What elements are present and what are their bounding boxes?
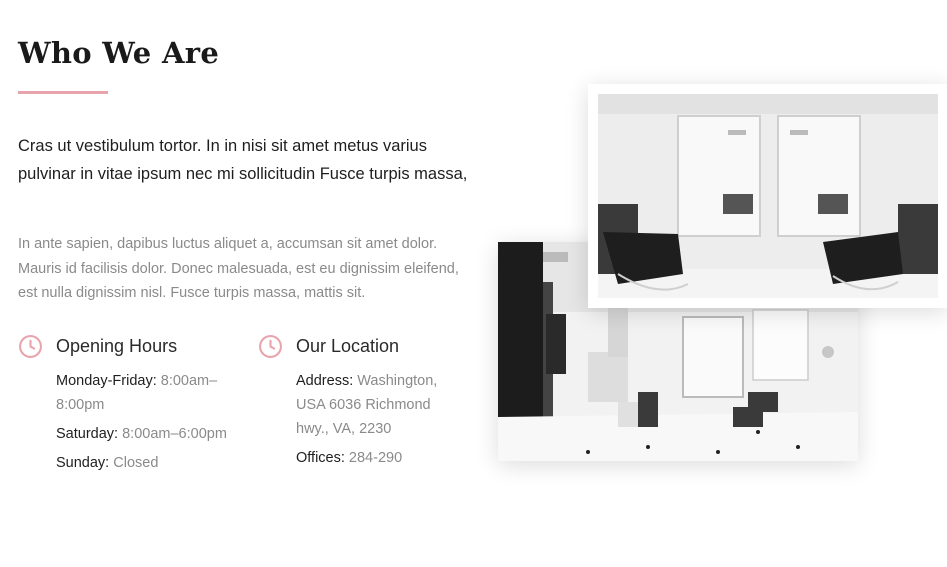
location-item-value: 284-290 — [348, 450, 403, 466]
location-item-key: Address: — [296, 373, 354, 389]
opening-hours-list: Monday-Friday: 8:00am–8:00pm Saturday: 8… — [56, 369, 238, 475]
location-title: Our Location — [296, 335, 400, 356]
hours-item-key: Saturday: — [56, 426, 119, 442]
clock-icon — [19, 334, 42, 358]
opening-hours-header: Opening Hours — [18, 333, 238, 359]
location-item-offices: Offices: 284-290 — [296, 446, 458, 470]
location-header: Our Location — [258, 333, 458, 359]
hours-item-key: Sunday: — [56, 455, 110, 471]
hours-item-weekdays: Monday-Friday: 8:00am–8:00pm — [56, 369, 238, 417]
section-title: Who We Are — [18, 36, 220, 70]
hours-item-saturday: Saturday: 8:00am–6:00pm — [56, 422, 238, 446]
location-item-address: Address: Washington, USA 6036 Richmond h… — [296, 369, 458, 441]
location-list: Address: Washington, USA 6036 Richmond h… — [296, 369, 458, 470]
salon-mirrors-image — [598, 94, 938, 298]
lead-paragraph: Cras ut vestibulum tortor. In in nisi si… — [18, 137, 468, 183]
hours-item-sunday: Sunday: Closed — [56, 451, 238, 475]
salon-interior-photo-mirrors — [588, 84, 947, 308]
title-underline — [18, 91, 108, 94]
location-item-key: Offices: — [296, 450, 345, 466]
clock-icon — [259, 334, 282, 358]
hours-item-value: 8:00am–6:00pm — [122, 426, 227, 442]
who-we-are-section: Who We Are Cras ut vestibulum tortor. In… — [0, 0, 947, 567]
location-block: Our Location Address: Washington, USA 60… — [258, 333, 458, 475]
hours-item-value: Closed — [113, 455, 159, 471]
opening-hours-block: Opening Hours Monday-Friday: 8:00am–8:00… — [18, 333, 238, 480]
hours-item-key: Monday-Friday: — [56, 373, 157, 389]
opening-hours-title: Opening Hours — [56, 335, 178, 356]
body-paragraph: In ante sapien, dapibus luctus aliquet a… — [18, 236, 459, 301]
